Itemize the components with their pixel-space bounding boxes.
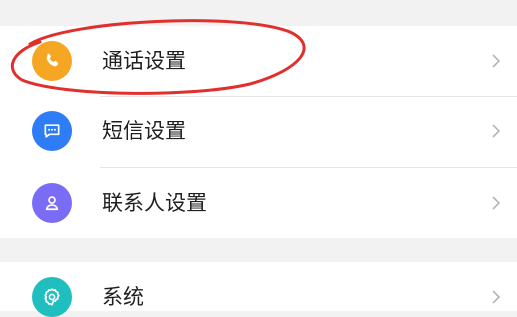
chevron-right-icon xyxy=(492,124,501,138)
gear-icon xyxy=(32,277,72,317)
settings-item-sms[interactable]: 短信设置 xyxy=(0,97,517,167)
settings-group: 通话设置 短信设置 联系人设置 xyxy=(0,26,517,238)
settings-item-contacts[interactable]: 联系人设置 xyxy=(0,168,517,238)
settings-item-label: 系统 xyxy=(102,285,144,309)
chevron-right-icon xyxy=(492,290,501,304)
settings-item-system[interactable]: 系统 xyxy=(0,262,517,317)
contact-icon xyxy=(32,183,72,223)
settings-item-call[interactable]: 通话设置 xyxy=(0,26,517,96)
settings-item-label: 短信设置 xyxy=(102,119,186,143)
message-icon xyxy=(32,111,72,151)
chevron-right-icon xyxy=(492,196,501,210)
settings-item-label: 联系人设置 xyxy=(102,191,207,215)
phone-icon xyxy=(32,41,72,81)
settings-item-label: 通话设置 xyxy=(102,49,186,73)
chevron-right-icon xyxy=(492,54,501,68)
system-group: 系统 xyxy=(0,262,517,317)
